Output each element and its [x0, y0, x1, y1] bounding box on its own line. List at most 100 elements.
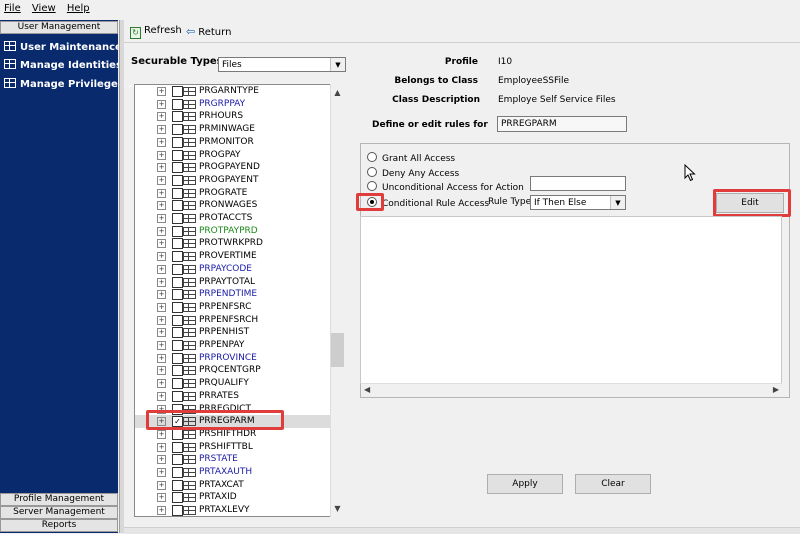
tree-item[interactable]: + PRPAYTOTAL: [135, 276, 333, 289]
tree-item[interactable]: + PRONWAGES: [135, 199, 333, 212]
tree-item[interactable]: + PRPAYCODE: [135, 263, 333, 276]
menu-help[interactable]: Help: [63, 0, 94, 14]
expand-icon[interactable]: +: [157, 99, 166, 109]
expand-icon[interactable]: +: [157, 353, 166, 363]
expand-icon[interactable]: +: [157, 277, 166, 287]
tree-item[interactable]: + PRPENDTIME: [135, 288, 333, 301]
menu-view[interactable]: View: [28, 0, 60, 14]
pane-splitter[interactable]: [119, 20, 124, 533]
nav-header-server-management[interactable]: Server Management: [0, 506, 118, 519]
tree-item[interactable]: + PROTPAYPRD: [135, 225, 333, 238]
apply-button[interactable]: Apply: [487, 474, 563, 494]
return-button[interactable]: ⇦ Return: [186, 25, 231, 38]
tree-checkbox[interactable]: [172, 200, 183, 212]
tree-item[interactable]: + PRPENHIST: [135, 326, 333, 339]
tree-item[interactable]: + PRQUALIFY: [135, 377, 333, 390]
tree-scroll-thumb[interactable]: [331, 333, 344, 367]
expand-icon[interactable]: +: [157, 506, 166, 516]
deny-any-radio[interactable]: Deny Any Access: [367, 167, 459, 179]
tree-item[interactable]: + PRSHIFTTBL: [135, 441, 333, 454]
tree-checkbox[interactable]: [172, 365, 183, 377]
tree-checkbox[interactable]: [172, 124, 183, 136]
expand-icon[interactable]: +: [157, 315, 166, 325]
tree-checkbox[interactable]: [172, 86, 183, 97]
tree-item[interactable]: + PRTAXLEVY: [135, 504, 333, 516]
tree-item[interactable]: + PRTAXCAT: [135, 479, 333, 492]
nav-header-profile-management[interactable]: Profile Management: [0, 493, 118, 506]
tree-checkbox[interactable]: [172, 327, 183, 339]
tree-item[interactable]: + PROGPAYENT: [135, 174, 333, 187]
tree-item[interactable]: + PRPROVINCE: [135, 352, 333, 365]
menu-file[interactable]: File: [0, 0, 25, 14]
unconditional-action-input[interactable]: [530, 176, 626, 191]
tree-checkbox[interactable]: [172, 263, 183, 275]
tree-checkbox[interactable]: [172, 428, 183, 440]
tree-item[interactable]: + PROGPAYEND: [135, 161, 333, 174]
tree-item[interactable]: + PRTAXAUTH: [135, 466, 333, 479]
expand-icon[interactable]: +: [157, 493, 166, 503]
unconditional-radio[interactable]: Unconditional Access for Action: [367, 181, 524, 193]
expand-icon[interactable]: +: [157, 175, 166, 185]
tree-item[interactable]: + PROTACCTS: [135, 212, 333, 225]
tree-checkbox[interactable]: [172, 314, 183, 326]
tree-checkbox[interactable]: [172, 136, 183, 148]
expand-icon[interactable]: +: [157, 188, 166, 198]
tree-checkbox[interactable]: [172, 505, 183, 516]
securable-tree[interactable]: + PRGARNTYPE + PRGRPPAY + PRHOURS + PRMINWAGE + P…: [134, 84, 346, 517]
editor-horizontal-scrollbar[interactable]: ◀ ▶: [361, 383, 782, 397]
expand-icon[interactable]: +: [157, 379, 166, 389]
chevron-down-icon[interactable]: ▼: [610, 196, 625, 209]
refresh-button[interactable]: ↻ Refresh: [130, 25, 182, 39]
tree-checkbox[interactable]: [172, 162, 183, 174]
tree-checkbox[interactable]: [172, 454, 183, 466]
expand-icon[interactable]: +: [157, 87, 166, 96]
nav-header-user-management[interactable]: User Management: [0, 21, 118, 34]
tree-checkbox[interactable]: [172, 441, 183, 453]
tree-item[interactable]: + PRMONITOR: [135, 136, 333, 149]
tree-checkbox[interactable]: [172, 111, 183, 123]
rule-editor-area[interactable]: [360, 216, 782, 384]
expand-icon[interactable]: +: [157, 163, 166, 173]
expand-icon[interactable]: +: [157, 366, 166, 376]
expand-icon[interactable]: +: [157, 442, 166, 452]
tree-item[interactable]: + PROVERTIME: [135, 250, 333, 263]
tree-item[interactable]: + PRRATES: [135, 390, 333, 403]
tree-item[interactable]: + PRGRPPAY: [135, 98, 333, 111]
expand-icon[interactable]: +: [157, 239, 166, 249]
nav-item-manage-identities[interactable]: Manage Identities: [4, 59, 122, 71]
tree-checkbox[interactable]: [172, 479, 183, 491]
tree-checkbox[interactable]: [172, 340, 183, 351]
tree-checkbox[interactable]: [172, 174, 183, 186]
expand-icon[interactable]: +: [157, 455, 166, 465]
expand-icon[interactable]: +: [157, 341, 166, 350]
tree-checkbox[interactable]: [172, 149, 183, 161]
nav-item-user-maintenance[interactable]: User Maintenance: [4, 41, 122, 53]
scroll-left-icon[interactable]: ◀: [364, 385, 370, 394]
clear-button[interactable]: Clear: [575, 474, 651, 494]
expand-icon[interactable]: +: [157, 480, 166, 490]
expand-icon[interactable]: +: [157, 137, 166, 147]
tree-item[interactable]: + PRPENFSRC: [135, 301, 333, 314]
expand-icon[interactable]: +: [157, 264, 166, 274]
tree-checkbox[interactable]: [172, 225, 183, 237]
tree-checkbox[interactable]: [172, 352, 183, 364]
tree-checkbox[interactable]: [172, 187, 183, 199]
expand-icon[interactable]: +: [157, 468, 166, 477]
tree-item[interactable]: + PRHOURS: [135, 110, 333, 123]
tree-vertical-scrollbar[interactable]: [330, 84, 346, 517]
tree-checkbox[interactable]: [172, 98, 183, 110]
securable-types-select[interactable]: Files ▼: [218, 57, 346, 72]
tree-checkbox[interactable]: [172, 238, 183, 250]
tree-checkbox[interactable]: [172, 301, 183, 313]
tree-checkbox[interactable]: [172, 289, 183, 301]
nav-header-reports[interactable]: Reports: [0, 519, 118, 532]
tree-checkbox[interactable]: [172, 378, 183, 390]
expand-icon[interactable]: +: [157, 226, 166, 236]
expand-icon[interactable]: +: [157, 112, 166, 122]
expand-icon[interactable]: +: [157, 328, 166, 338]
tree-item[interactable]: + PROTWRKPRD: [135, 237, 333, 250]
conditional-radio[interactable]: Conditional Rule Access: [367, 197, 489, 209]
scroll-up-icon[interactable]: ▲: [330, 86, 345, 100]
tree-item[interactable]: + PRMINWAGE: [135, 123, 333, 136]
tree-item[interactable]: + PROGRATE: [135, 187, 333, 200]
